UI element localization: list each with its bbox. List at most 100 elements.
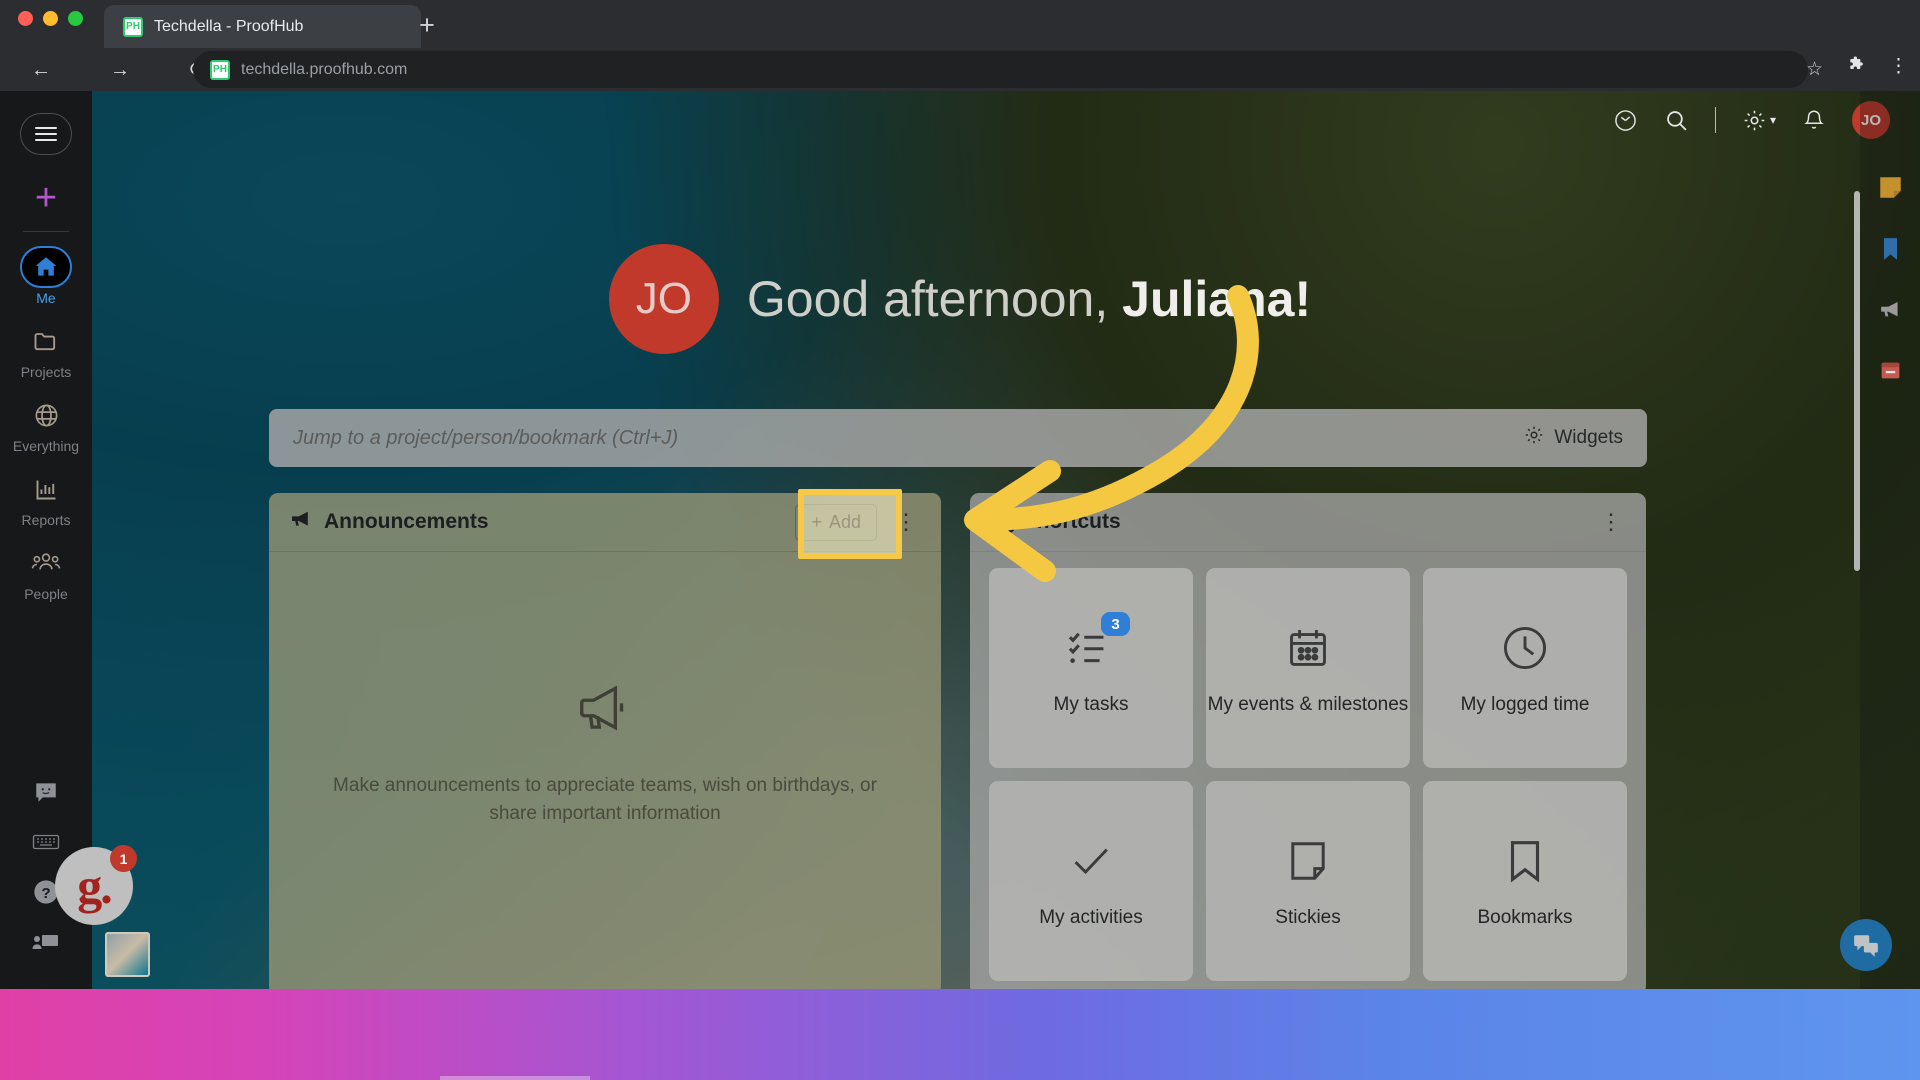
announcements-empty-text: Make announcements to appreciate teams, … xyxy=(333,774,877,824)
menu-icon[interactable] xyxy=(20,113,72,155)
shortcut-label: My tasks xyxy=(1053,693,1129,715)
shortcut-tile-my-logged-time[interactable]: My logged time xyxy=(1423,568,1627,768)
shortcut-tile-stickies[interactable]: Stickies xyxy=(1206,781,1410,981)
shortcut-label: My events & milestones xyxy=(1207,693,1409,715)
forward-icon[interactable]: → xyxy=(104,54,136,86)
shortcut-tile-my-events-milestones[interactable]: My events & milestones xyxy=(1206,568,1410,768)
greeting-prefix: Good afternoon, xyxy=(746,271,1123,327)
site-favicon: PH xyxy=(210,59,230,80)
rail-sticky-note-icon[interactable] xyxy=(1860,157,1920,218)
widgets-button[interactable]: Widgets xyxy=(1523,424,1623,452)
greeting-name: Juliana! xyxy=(1122,271,1312,327)
announcements-empty-state: Make announcements to appreciate teams, … xyxy=(269,552,941,952)
puzzle-icon[interactable] xyxy=(1847,54,1867,78)
page-title: Good afternoon, Juliana! xyxy=(747,270,1311,328)
plus-icon: + xyxy=(811,511,822,532)
announcements-title: Announcements xyxy=(324,510,489,533)
chat-smiley-icon[interactable] xyxy=(0,767,92,817)
calendar-icon xyxy=(1285,619,1331,677)
shortcut-label: Bookmarks xyxy=(1477,906,1573,928)
sidebar-divider xyxy=(23,231,69,232)
sidebar-item-projects[interactable]: Projects xyxy=(0,320,92,380)
rail-calendar-icon[interactable] xyxy=(1860,340,1920,401)
announcements-kebab-menu[interactable]: ⋮ xyxy=(891,511,921,533)
shortcut-label: Stickies xyxy=(1275,906,1341,928)
sidebar-item-me[interactable]: Me xyxy=(0,246,92,306)
search-icon[interactable] xyxy=(1664,108,1689,133)
new-tab-button[interactable]: + xyxy=(405,8,449,44)
add-announcement-label: Add xyxy=(828,511,861,532)
shortcut-tile-my-activities[interactable]: My activities xyxy=(989,781,1193,981)
dock-indicator xyxy=(440,1076,590,1080)
widgets-label: Widgets xyxy=(1554,427,1623,448)
megaphone-icon xyxy=(289,507,313,537)
folder-icon xyxy=(0,320,92,362)
announcements-title-group: Announcements xyxy=(289,507,489,537)
people-icon xyxy=(0,542,92,584)
jump-to-bar[interactable]: Jump to a project/person/bookmark (Ctrl+… xyxy=(269,409,1647,467)
back-icon[interactable]: ← xyxy=(25,54,57,86)
right-quick-rail xyxy=(1860,91,1920,989)
megaphone-icon xyxy=(574,677,636,744)
shortcuts-panel: My shortcuts ⋮ 3 My tasks My events & mi… xyxy=(970,493,1646,989)
home-icon xyxy=(20,246,72,288)
sidebar-label-everything: Everything xyxy=(12,438,80,454)
bar-chart-icon xyxy=(0,468,92,510)
bookmark-icon xyxy=(1504,832,1546,890)
shortcut-label: My logged time xyxy=(1460,693,1590,715)
sidebar-item-reports[interactable]: Reports xyxy=(0,468,92,528)
shortcut-tile-bookmarks[interactable]: Bookmarks xyxy=(1423,781,1627,981)
bell-icon[interactable] xyxy=(1802,108,1826,132)
sidebar-label-reports: Reports xyxy=(21,512,71,528)
shortcut-label: My activities xyxy=(1039,906,1143,928)
shortcut-tile-my-tasks[interactable]: 3 My tasks xyxy=(989,568,1193,768)
timer-icon[interactable] xyxy=(1613,108,1638,133)
rail-megaphone-icon[interactable] xyxy=(1860,279,1920,340)
app-sidebar: + Me Projects Everything Reports People … xyxy=(0,91,150,989)
announcements-panel: Announcements + Add ⋮ Make announcements… xyxy=(269,493,941,989)
desktop-thumbnail[interactable] xyxy=(105,932,150,977)
add-new-button[interactable]: + xyxy=(20,177,72,221)
proofhub-favicon: PH xyxy=(123,16,143,37)
rail-bookmark-icon[interactable] xyxy=(1860,218,1920,279)
greeting-avatar: JO xyxy=(608,244,719,354)
window-traffic-lights[interactable] xyxy=(18,11,83,26)
minimize-window-button[interactable] xyxy=(43,11,58,26)
close-window-button[interactable] xyxy=(18,11,33,26)
sidebar-item-people[interactable]: People xyxy=(0,542,92,602)
sidebar-label-projects: Projects xyxy=(20,364,72,380)
tab-strip: PH Techdella - ProofHub + xyxy=(0,0,1920,48)
clock-icon xyxy=(1500,619,1550,677)
add-announcement-button[interactable]: + Add xyxy=(795,503,877,541)
star-icon[interactable]: ☆ xyxy=(1806,58,1823,81)
gear-icon xyxy=(1523,424,1545,452)
browser-chrome: PH Techdella - ProofHub + ← → ⟳ ⌂ PH tec… xyxy=(0,0,1920,91)
greeting-block: JO Good afternoon, Juliana! xyxy=(0,244,1920,354)
chat-support-button[interactable] xyxy=(1840,919,1892,971)
presentation-icon[interactable] xyxy=(0,917,92,967)
chevron-down-icon[interactable]: ▾ xyxy=(1770,113,1776,127)
browser-tab[interactable]: PH Techdella - ProofHub xyxy=(104,5,421,48)
gear-icon[interactable]: ▾ xyxy=(1742,108,1776,133)
sidebar-item-everything[interactable]: Everything xyxy=(0,394,92,454)
maximize-window-button[interactable] xyxy=(68,11,83,26)
browser-menu-icon[interactable]: ⋮ xyxy=(1889,57,1908,76)
header-divider xyxy=(1714,107,1716,133)
svg-text:?: ? xyxy=(41,885,50,902)
sidebar-label-people: People xyxy=(24,586,68,602)
page-viewport: + Me Projects Everything Reports People … xyxy=(0,91,1920,989)
search-input-placeholder[interactable]: Jump to a project/person/bookmark (Ctrl+… xyxy=(293,427,1523,450)
help-badge-letter: g. xyxy=(77,858,112,914)
announcements-header: Announcements + Add ⋮ xyxy=(269,493,941,551)
shortcuts-kebab-menu[interactable]: ⋮ xyxy=(1596,511,1626,533)
browser-toolbar: ← → ⟳ ⌂ PH techdella.proofhub.com ☆ ⋮ xyxy=(0,48,1920,91)
shortcuts-header: My shortcuts ⋮ xyxy=(970,493,1646,551)
sticky-note-icon xyxy=(1286,832,1330,890)
globe-icon xyxy=(0,394,92,436)
my-tasks-badge: 3 xyxy=(1101,612,1130,636)
help-badge-g[interactable]: g. 1 xyxy=(55,845,137,925)
shortcut-tiles-grid: 3 My tasks My events & milestones My log… xyxy=(970,552,1646,989)
address-bar[interactable]: PH techdella.proofhub.com xyxy=(193,51,1808,88)
check-icon xyxy=(1066,832,1116,890)
tab-title: Techdella - ProofHub xyxy=(154,17,304,35)
